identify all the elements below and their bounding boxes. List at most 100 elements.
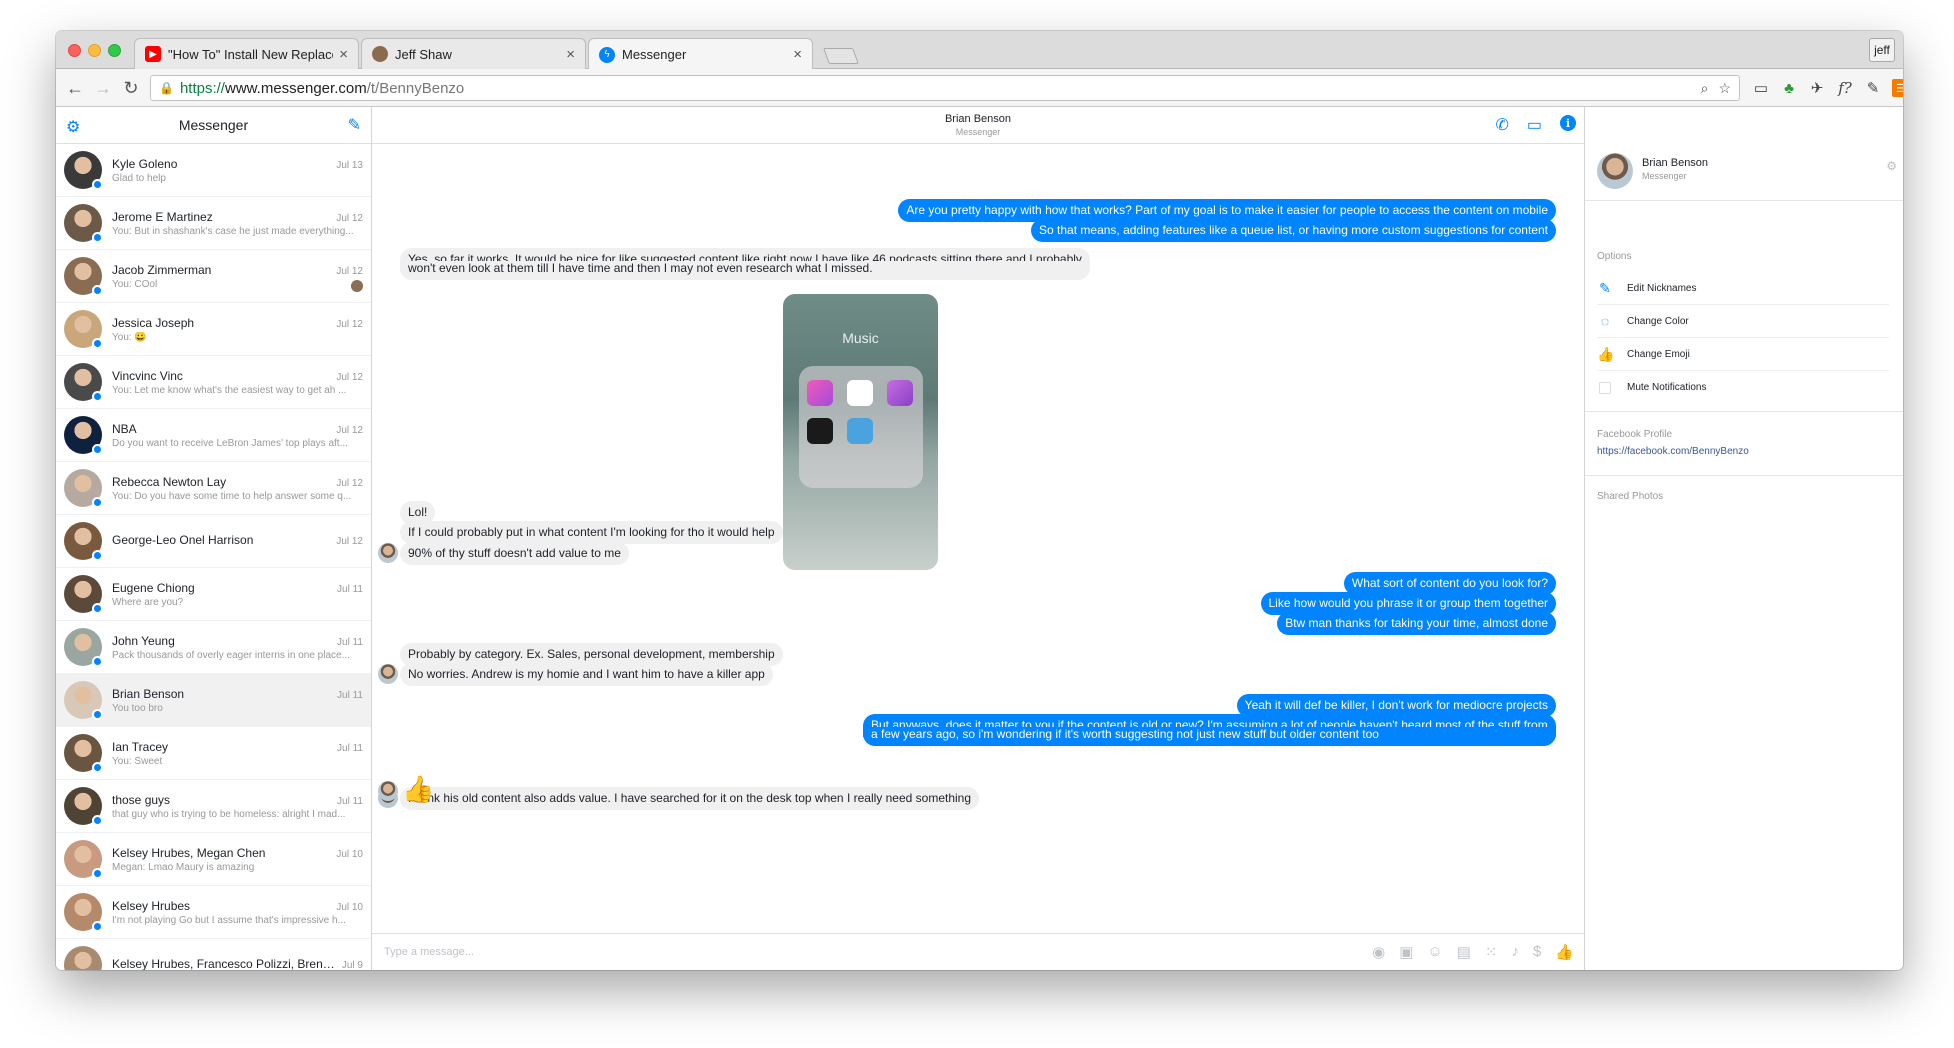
bookmark-star-icon[interactable]: ☆: [1718, 80, 1731, 97]
evernote-icon[interactable]: ♣: [1780, 79, 1798, 97]
avatar: [64, 469, 103, 508]
eyedropper-icon[interactable]: ✎: [1864, 79, 1882, 97]
conversation-item[interactable]: Brian Benson Jul 11 You too bro: [56, 674, 371, 727]
payment-icon[interactable]: $: [1533, 943, 1541, 961]
close-window-button[interactable]: [68, 44, 81, 57]
mute-checkbox[interactable]: [1599, 381, 1611, 394]
pencil-icon: ✎: [1599, 279, 1611, 296]
incoming-message[interactable]: won't even look at them till I have time…: [400, 261, 1090, 280]
reload-icon[interactable]: ↻: [120, 77, 142, 99]
forward-arrow-icon[interactable]: →: [92, 77, 114, 99]
avatar[interactable]: [378, 543, 398, 563]
info-name: Brian Benson: [1642, 157, 1709, 169]
close-tab-icon[interactable]: ×: [793, 46, 802, 63]
conversation-item[interactable]: George-Leo Onel Harrison Jul 12: [56, 515, 371, 568]
new-tab-button[interactable]: [823, 48, 859, 64]
minimize-window-button[interactable]: [88, 44, 101, 57]
conversation-snippet: Pack thousands of overly eager interns i…: [112, 649, 350, 661]
conversation-item[interactable]: Jessica Joseph Jul 12 You: 😀: [56, 303, 371, 356]
divider: [1585, 475, 1903, 476]
zoom-window-button[interactable]: [108, 44, 121, 57]
incoming-message[interactable]: 90% of thy stuff doesn't add value to me: [400, 542, 629, 565]
emoji-icon[interactable]: ☺: [1427, 943, 1442, 961]
conversation-body: Kyle Goleno Jul 13 Glad to help: [112, 157, 371, 184]
gear-icon[interactable]: ⚙: [66, 117, 80, 137]
conversation-name: Kyle Goleno: [112, 156, 178, 171]
close-tab-icon[interactable]: ×: [339, 46, 348, 63]
tab-youtube[interactable]: ▶ "How To" Install New Replacement ×: [134, 38, 359, 69]
thumbs-up-icon[interactable]: 👍: [1555, 943, 1574, 961]
conversation-date: Jul 11: [337, 742, 363, 754]
formula-icon[interactable]: f?: [1836, 79, 1854, 97]
cast-icon[interactable]: ▭: [1752, 79, 1770, 97]
incoming-message[interactable]: If I could probably put in what content …: [400, 521, 783, 544]
microphone-icon[interactable]: ♪: [1511, 943, 1519, 961]
messenger-badge-icon: [92, 921, 103, 932]
facebook-profile-link[interactable]: https://facebook.com/BennyBenzo: [1597, 446, 1749, 457]
conversation-snippet: You: Sweet: [112, 755, 163, 767]
message-input[interactable]: Type a message...: [384, 946, 474, 958]
camera-icon[interactable]: ◉: [1372, 943, 1385, 961]
conversation-item[interactable]: those guys Jul 11 that guy who is trying t…: [56, 780, 371, 833]
avatar[interactable]: [378, 664, 398, 684]
sticker-icon[interactable]: ▣: [1399, 943, 1413, 961]
incoming-message[interactable]: No worries. Andrew is my homie and I wan…: [400, 663, 773, 686]
conversation-snippet: You too bro: [112, 702, 163, 714]
conversation-item[interactable]: Kelsey Hrubes, Megan Chen Jul 10 Megan: Lm…: [56, 833, 371, 886]
outgoing-message[interactable]: Btw man thanks for taking your time, alm…: [1277, 612, 1556, 635]
conversation-date: Jul 13: [336, 159, 363, 171]
close-tab-icon[interactable]: ×: [566, 46, 575, 63]
conversation-date: Jul 12: [336, 424, 363, 436]
outgoing-message[interactable]: So that means, adding features like a qu…: [1031, 219, 1556, 242]
thumbs-up-sticker[interactable]: 👍: [402, 774, 434, 805]
conversation-item[interactable]: Kelsey Hrubes Jul 10 I'm not playing Go bu…: [56, 886, 371, 939]
conversation-name: Brian Benson: [112, 686, 185, 701]
video-camera-icon[interactable]: ▭: [1527, 115, 1542, 135]
info-icon[interactable]: i: [1560, 115, 1576, 131]
messenger-badge-icon: [92, 550, 103, 561]
conversation-item[interactable]: Jacob Zimmerman Jul 12 You: COol: [56, 250, 371, 303]
spotify-icon: [807, 418, 833, 444]
option-mute-notifications[interactable]: Mute Notifications: [1597, 371, 1889, 404]
conversation-item[interactable]: NBA Jul 12 Do you want to receive LeBron J…: [56, 409, 371, 462]
lock-icon: 🔒: [159, 81, 174, 95]
gif-icon[interactable]: ▤: [1457, 943, 1471, 961]
phone-icon[interactable]: ✆: [1495, 115, 1508, 135]
conversation-item[interactable]: Ian Tracey Jul 11 You: Sweet: [56, 727, 371, 780]
zoom-icon[interactable]: ⌕: [1701, 80, 1709, 97]
conversation-item[interactable]: Eugene Chiong Jul 11 Where are you?: [56, 568, 371, 621]
back-arrow-icon[interactable]: ←: [64, 77, 86, 99]
avatar: [64, 310, 103, 349]
conversation-snippet: You: COol: [112, 278, 158, 290]
profile-button[interactable]: jeff: [1869, 38, 1895, 62]
tab-jeff-shaw[interactable]: Jeff Shaw ×: [361, 38, 586, 69]
incoming-message[interactable]: I think his old content also adds value.…: [400, 787, 980, 810]
address-bar[interactable]: 🔒 https:// www.messenger.com /t/BennyBen…: [150, 75, 1740, 101]
option-change-emoji[interactable]: 👍 Change Emoji: [1597, 338, 1889, 371]
conversation-item[interactable]: Vincvinc Vinc Jul 12 You: Let me know what…: [56, 356, 371, 409]
profile-label: Facebook Profile: [1597, 429, 1673, 440]
conversation-item[interactable]: John Yeung Jul 11 Pack thousands of overly…: [56, 621, 371, 674]
conversation-item[interactable]: Kelsey Hrubes, Francesco Polizzi, Brendo…: [56, 939, 371, 970]
tab-messenger[interactable]: ϟ Messenger ×: [588, 38, 813, 70]
avatar: [64, 257, 103, 296]
outgoing-message[interactable]: a few years ago, so i'm wondering if it'…: [863, 727, 1556, 746]
conversation-item[interactable]: Rebecca Newton Lay Jul 12 You: Do you have…: [56, 462, 371, 515]
conversation-item[interactable]: Jerome E Martinez Jul 12 You: But in shash…: [56, 197, 371, 250]
rss-icon[interactable]: ☰: [1892, 79, 1903, 97]
messenger-badge-icon: [92, 868, 103, 879]
shared-photo[interactable]: Music: [783, 294, 938, 570]
conversation-body: Kelsey Hrubes Jul 10 I'm not playing Go bu…: [112, 899, 371, 926]
conversation-body: Kelsey Hrubes, Megan Chen Jul 10 Megan: Lm…: [112, 846, 371, 873]
avatar[interactable]: [378, 781, 398, 801]
avatar[interactable]: [1597, 153, 1633, 189]
pin-icon[interactable]: ✈: [1808, 79, 1826, 97]
conversation-item[interactable]: Kyle Goleno Jul 13 Glad to help: [56, 144, 371, 197]
conversation-body: Jacob Zimmerman Jul 12 You: COol: [112, 263, 371, 290]
compose-icon[interactable]: ✎: [348, 115, 361, 135]
option-edit-nicknames[interactable]: ✎ Edit Nicknames: [1597, 272, 1889, 305]
games-icon[interactable]: ⁙: [1485, 943, 1498, 961]
gear-icon[interactable]: ⚙: [1886, 159, 1897, 173]
option-change-color[interactable]: ◌ Change Color: [1597, 305, 1889, 338]
messenger-badge-icon: [92, 815, 103, 826]
